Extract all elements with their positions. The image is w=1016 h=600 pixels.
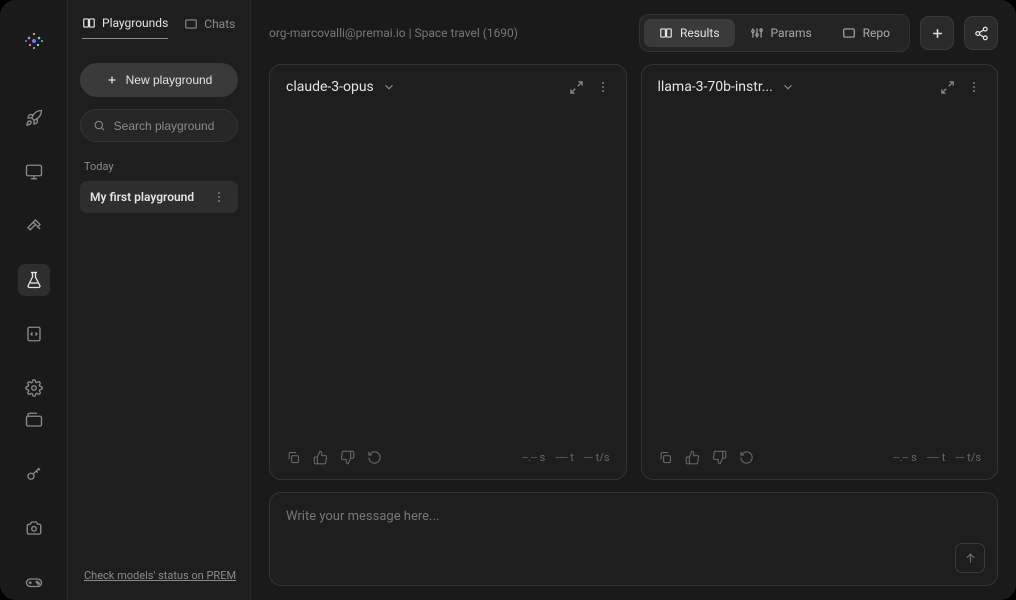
code-file-icon[interactable]	[18, 318, 50, 350]
playground-list-item[interactable]: My first playground	[80, 181, 238, 213]
sidebar-tab-playgrounds[interactable]: Playgrounds	[82, 16, 168, 39]
seg-repo[interactable]: Repo	[827, 19, 905, 47]
copy-icon[interactable]	[658, 450, 673, 465]
chevron-down-icon	[382, 80, 396, 94]
search-wrapper[interactable]	[80, 109, 238, 142]
panel-menu-icon[interactable]	[967, 80, 981, 94]
expand-icon[interactable]	[940, 80, 955, 95]
seg-params[interactable]: Params	[735, 19, 827, 47]
camera-badge-icon[interactable]	[18, 512, 50, 544]
message-input[interactable]	[286, 509, 946, 539]
retry-icon[interactable]	[739, 450, 754, 465]
model-panel-1: llama-3-70b-instr...	[641, 64, 999, 480]
send-button[interactable]	[955, 543, 985, 573]
panel-menu-icon[interactable]	[596, 80, 610, 94]
key-icon[interactable]	[18, 458, 50, 490]
thumbs-down-icon[interactable]	[712, 450, 727, 465]
thumbs-up-icon[interactable]	[685, 450, 700, 465]
search-icon	[93, 118, 106, 133]
stat-seconds-1: --.-- s	[893, 451, 916, 464]
stat-tokens-0: ---- t	[555, 451, 574, 464]
sidebar-tab-chats-label: Chats	[204, 17, 235, 31]
add-button[interactable]	[920, 16, 954, 50]
view-segmented-control: Results Params Repo	[639, 14, 910, 52]
seg-results[interactable]: Results	[644, 19, 735, 47]
sidebar-tab-chats[interactable]: Chats	[184, 16, 235, 39]
panel-body-0	[270, 109, 626, 440]
hammer-icon[interactable]	[18, 210, 50, 242]
sidebar: Playgrounds Chats New playground Today M…	[68, 0, 251, 600]
breadcrumb: org-marcovalli@premai.io | Space travel …	[269, 26, 518, 40]
playground-item-label: My first playground	[90, 190, 194, 204]
playground-item-menu-icon[interactable]	[210, 190, 228, 204]
gamepad-icon[interactable]	[18, 566, 50, 598]
model-selector-0[interactable]: claude-3-opus	[286, 79, 396, 95]
rocket-icon[interactable]	[18, 102, 50, 134]
model-selector-1[interactable]: llama-3-70b-instr...	[658, 79, 795, 95]
message-composer	[269, 492, 998, 586]
new-playground-button[interactable]: New playground	[80, 63, 238, 97]
sidebar-footer-link[interactable]: Check models' status on PREM	[80, 569, 238, 588]
seg-params-label: Params	[771, 26, 812, 40]
stat-tps-1: --- t/s	[955, 451, 981, 464]
sidebar-tab-playgrounds-label: Playgrounds	[102, 16, 168, 30]
thumbs-down-icon[interactable]	[340, 450, 355, 465]
panel-body-1	[642, 109, 998, 440]
thumbs-up-icon[interactable]	[313, 450, 328, 465]
wallet-icon[interactable]	[18, 404, 50, 436]
seg-results-label: Results	[680, 26, 720, 40]
seg-repo-label: Repo	[863, 26, 890, 40]
model-panel-0: claude-3-opus	[269, 64, 627, 480]
model-name-1: llama-3-70b-instr...	[658, 79, 773, 95]
stat-tokens-1: ---- t	[927, 451, 946, 464]
model-name-0: claude-3-opus	[286, 79, 374, 95]
copy-icon[interactable]	[286, 450, 301, 465]
settings-icon[interactable]	[18, 372, 50, 404]
share-button[interactable]	[964, 16, 998, 50]
expand-icon[interactable]	[569, 80, 584, 95]
stat-seconds-0: --.-- s	[522, 451, 545, 464]
section-today-label: Today	[80, 160, 238, 173]
flask-icon[interactable]	[18, 264, 50, 296]
search-input[interactable]	[114, 119, 225, 133]
chevron-down-icon	[781, 80, 795, 94]
retry-icon[interactable]	[367, 450, 382, 465]
app-logo	[21, 28, 47, 54]
icon-rail: MA	[0, 0, 68, 600]
stat-tps-0: --- t/s	[584, 451, 610, 464]
new-playground-label: New playground	[126, 73, 213, 87]
main-area: org-marcovalli@premai.io | Space travel …	[251, 0, 1016, 600]
monitor-icon[interactable]	[18, 156, 50, 188]
